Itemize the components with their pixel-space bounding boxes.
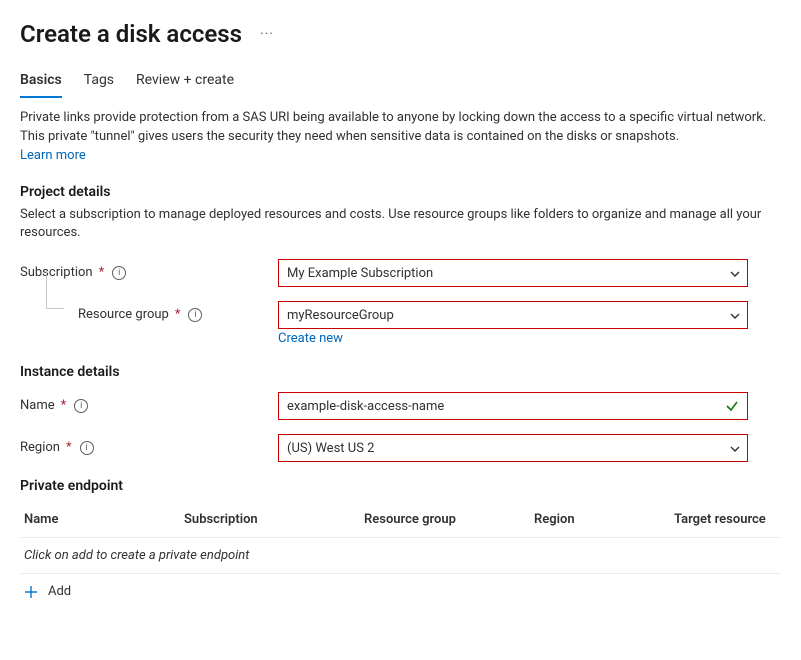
name-value: example-disk-access-name	[287, 399, 725, 414]
required-asterisk: *	[175, 307, 181, 322]
info-icon[interactable]: i	[80, 441, 94, 455]
name-label: Name	[20, 398, 55, 413]
region-label: Region	[20, 440, 60, 455]
tab-basics[interactable]: Basics	[20, 72, 62, 98]
col-target-resource: Target resource	[674, 512, 777, 527]
instance-details-heading: Instance details	[20, 364, 781, 380]
resource-group-label: Resource group	[78, 307, 169, 322]
required-asterisk: *	[61, 398, 67, 413]
name-input[interactable]: example-disk-access-name	[278, 392, 748, 420]
learn-more-link[interactable]: Learn more	[20, 148, 86, 163]
tab-review-create[interactable]: Review + create	[136, 72, 234, 98]
chevron-down-icon	[729, 310, 739, 320]
tabs-bar: Basics Tags Review + create	[20, 72, 781, 99]
project-details-heading: Project details	[20, 184, 781, 200]
check-icon	[725, 399, 739, 413]
info-icon[interactable]: i	[112, 266, 126, 280]
col-region: Region	[534, 512, 674, 527]
tree-connector	[46, 271, 64, 309]
project-details-desc: Select a subscription to manage deployed…	[20, 206, 780, 244]
chevron-down-icon	[729, 268, 739, 278]
col-subscription: Subscription	[184, 512, 364, 527]
info-icon[interactable]: i	[74, 399, 88, 413]
resource-group-dropdown[interactable]: myResourceGroup	[278, 301, 748, 329]
info-icon[interactable]: i	[188, 308, 202, 322]
more-actions-icon[interactable]: ···	[260, 26, 274, 42]
add-label: Add	[48, 584, 71, 599]
intro-body: Private links provide protection from a …	[20, 110, 766, 144]
intro-text: Private links provide protection from a …	[20, 109, 780, 166]
required-asterisk: *	[99, 265, 105, 280]
region-dropdown[interactable]: (US) West US 2	[278, 434, 748, 462]
col-resource-group: Resource group	[364, 512, 534, 527]
subscription-dropdown[interactable]: My Example Subscription	[278, 259, 748, 287]
region-value: (US) West US 2	[287, 441, 729, 456]
table-header-row: Name Subscription Resource group Region …	[20, 502, 781, 537]
table-empty-row: Click on add to create a private endpoin…	[20, 537, 781, 574]
col-name: Name	[24, 512, 184, 527]
required-asterisk: *	[66, 440, 72, 455]
tab-tags[interactable]: Tags	[84, 72, 114, 98]
page-title: Create a disk access	[20, 20, 242, 48]
resource-group-value: myResourceGroup	[287, 308, 729, 323]
endpoint-table: Name Subscription Resource group Region …	[20, 502, 781, 609]
private-endpoint-heading: Private endpoint	[20, 478, 781, 494]
chevron-down-icon	[729, 443, 739, 453]
add-endpoint-button[interactable]: Add	[20, 574, 781, 609]
plus-icon	[24, 585, 38, 599]
subscription-value: My Example Subscription	[287, 266, 729, 281]
create-new-link[interactable]: Create new	[278, 331, 343, 346]
